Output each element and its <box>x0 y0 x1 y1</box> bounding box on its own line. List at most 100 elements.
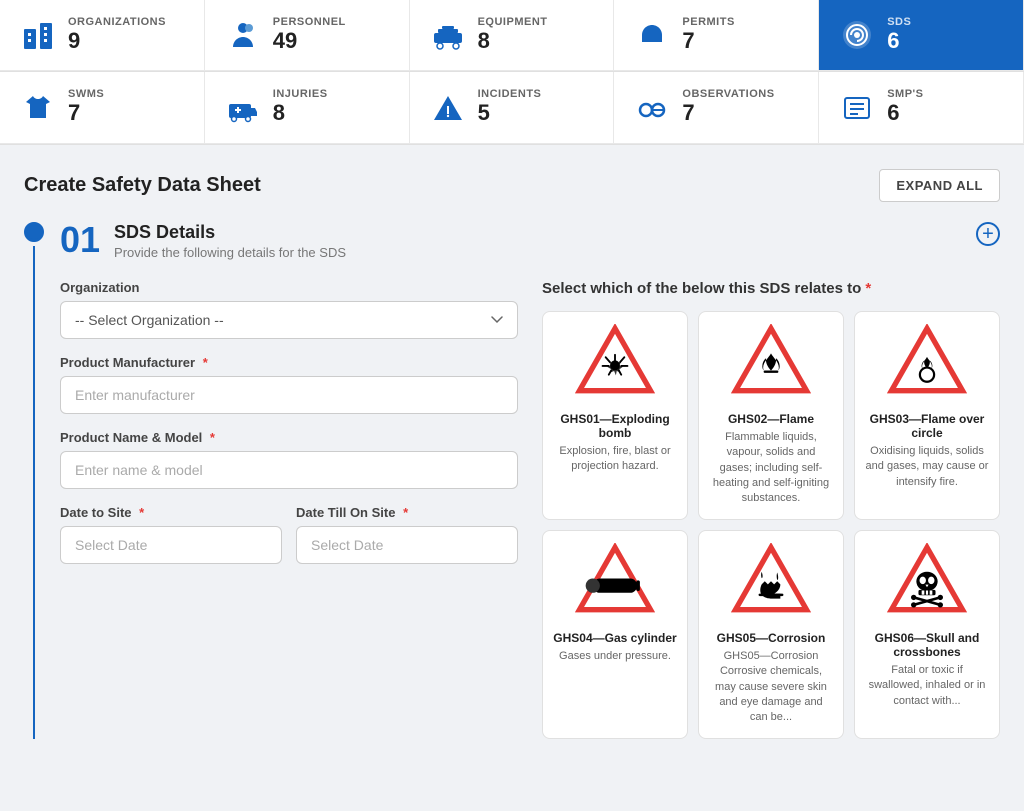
step-subtitle: Provide the following details for the SD… <box>114 245 346 260</box>
gas-cylinder-icon <box>575 543 655 623</box>
injuries-value: 8 <box>273 100 328 126</box>
page-title: Create Safety Data Sheet <box>24 174 261 197</box>
stat-swms[interactable]: SWMS 7 <box>0 72 205 143</box>
right-column: Select which of the below this SDS relat… <box>542 280 1000 739</box>
step-title: SDS Details <box>114 222 346 243</box>
ghs-section-title: Select which of the below this SDS relat… <box>542 280 1000 297</box>
shirt-icon <box>20 90 56 126</box>
ghs01-desc: Explosion, fire, blast or projection haz… <box>553 444 677 475</box>
personnel-value: 49 <box>273 28 346 54</box>
product-label: Product Name & Model * <box>60 430 518 445</box>
ghs03-desc: Oxidising liquids, solids and gases, may… <box>865 444 989 490</box>
ghs02-desc: Flammable liquids, vapour, solids and ga… <box>709 430 833 507</box>
manufacturer-required: * <box>199 355 208 370</box>
corrosion-icon <box>731 543 811 623</box>
step-line <box>33 246 35 739</box>
personnel-label: PERSONNEL <box>273 16 346 28</box>
equipment-label: EQUIPMENT <box>478 16 548 28</box>
organizations-label: ORGANIZATIONS <box>68 16 166 28</box>
incidents-value: 5 <box>478 100 542 126</box>
step-container: 01 SDS Details Provide the following det… <box>24 222 1000 739</box>
stat-injuries[interactable]: INJURIES 8 <box>205 72 410 143</box>
product-input[interactable] <box>60 451 518 489</box>
ghs05-name: GHS05—Corrosion <box>717 631 826 645</box>
step-circle <box>24 222 44 242</box>
buildings-icon <box>20 17 56 53</box>
step-content: 01 SDS Details Provide the following det… <box>60 222 1000 739</box>
ghs03-name: GHS03—Flame over circle <box>865 412 989 440</box>
helmet-icon <box>634 17 670 53</box>
stat-personnel[interactable]: PERSONNEL 49 <box>205 0 410 71</box>
date-till-required: * <box>399 505 408 520</box>
ghs05-desc: GHS05—Corrosion Corrosive chemicals, may… <box>709 649 833 726</box>
ghs06-card[interactable]: GHS06—Skull and crossbones Fatal or toxi… <box>854 530 1000 739</box>
form-header: Create Safety Data Sheet EXPAND ALL <box>24 169 1000 202</box>
stat-equipment[interactable]: EQUIPMENT 8 <box>410 0 615 71</box>
stats-row-2: SWMS 7 INJURIES 8 INCIDENTS 5 OBSERVATIO… <box>0 72 1024 144</box>
flame-circle-icon <box>887 324 967 404</box>
date-till-label: Date Till On Site * <box>296 505 518 520</box>
form-columns: Organization -- Select Organization -- P… <box>60 280 1000 739</box>
ambulance-icon <box>225 90 261 126</box>
expand-all-button[interactable]: EXPAND ALL <box>879 169 1000 202</box>
stat-organizations[interactable]: ORGANIZATIONS 9 <box>0 0 205 71</box>
product-field: Product Name & Model * <box>60 430 518 489</box>
incidents-label: INCIDENTS <box>478 88 542 100</box>
sds-icon <box>839 17 875 53</box>
stat-smps[interactable]: SMP'S 6 <box>819 72 1024 143</box>
explosion-icon <box>575 324 655 404</box>
warning-icon <box>430 90 466 126</box>
ghs06-name: GHS06—Skull and crossbones <box>865 631 989 659</box>
equipment-value: 8 <box>478 28 548 54</box>
manufacturer-label: Product Manufacturer * <box>60 355 518 370</box>
date-row: Date to Site * Date Till On Site * <box>60 505 518 564</box>
date-till-field: Date Till On Site * <box>296 505 518 564</box>
organization-label: Organization <box>60 280 518 295</box>
injuries-label: INJURIES <box>273 88 328 100</box>
date-to-site-label: Date to Site * <box>60 505 282 520</box>
flame-icon <box>731 324 811 404</box>
product-required: * <box>206 430 215 445</box>
step-header: 01 SDS Details Provide the following det… <box>60 222 1000 260</box>
manufacturer-field: Product Manufacturer * <box>60 355 518 414</box>
sds-label: SDS <box>887 16 911 28</box>
date-to-required: * <box>136 505 145 520</box>
smps-label: SMP'S <box>887 88 923 100</box>
ghs04-desc: Gases under pressure. <box>559 649 671 664</box>
step-number: 01 <box>60 222 100 258</box>
ghs05-card[interactable]: GHS05—Corrosion GHS05—Corrosion Corrosiv… <box>698 530 844 739</box>
ghs02-card[interactable]: GHS02—Flame Flammable liquids, vapour, s… <box>698 311 844 520</box>
ghs01-card[interactable]: GHS01—Exploding bomb Explosion, fire, bl… <box>542 311 688 520</box>
ghs06-desc: Fatal or toxic if swallowed, inhaled or … <box>865 663 989 709</box>
stat-permits[interactable]: PERMITS 7 <box>614 0 819 71</box>
organization-select[interactable]: -- Select Organization -- <box>60 301 518 339</box>
sds-value: 6 <box>887 28 911 54</box>
date-to-site-input[interactable] <box>60 526 282 564</box>
ghs04-name: GHS04—Gas cylinder <box>553 631 676 645</box>
date-to-site-field: Date to Site * <box>60 505 282 564</box>
left-column: Organization -- Select Organization -- P… <box>60 280 518 739</box>
main-content: Create Safety Data Sheet EXPAND ALL 01 S… <box>0 145 1024 763</box>
manufacturer-input[interactable] <box>60 376 518 414</box>
ghs01-name: GHS01—Exploding bomb <box>553 412 677 440</box>
permits-label: PERMITS <box>682 16 734 28</box>
ghs-grid: GHS01—Exploding bomb Explosion, fire, bl… <box>542 311 1000 739</box>
ghs02-name: GHS02—Flame <box>728 412 814 426</box>
equipment-icon <box>430 17 466 53</box>
swms-label: SWMS <box>68 88 104 100</box>
person-icon <box>225 17 261 53</box>
organizations-value: 9 <box>68 28 166 54</box>
step-indicator <box>24 222 44 739</box>
ghs-required: * <box>865 280 871 297</box>
stat-observations[interactable]: OBSERVATIONS 7 <box>614 72 819 143</box>
step-expand-button[interactable]: + <box>976 222 1000 246</box>
skull-icon <box>887 543 967 623</box>
smps-value: 6 <box>887 100 923 126</box>
stat-sds[interactable]: SDS 6 <box>819 0 1024 71</box>
stat-incidents[interactable]: INCIDENTS 5 <box>410 72 615 143</box>
date-till-input[interactable] <box>296 526 518 564</box>
observations-label: OBSERVATIONS <box>682 88 774 100</box>
stats-row-1: ORGANIZATIONS 9 PERSONNEL 49 EQUIPMENT 8… <box>0 0 1024 72</box>
ghs04-card[interactable]: GHS04—Gas cylinder Gases under pressure. <box>542 530 688 739</box>
ghs03-card[interactable]: GHS03—Flame over circle Oxidising liquid… <box>854 311 1000 520</box>
